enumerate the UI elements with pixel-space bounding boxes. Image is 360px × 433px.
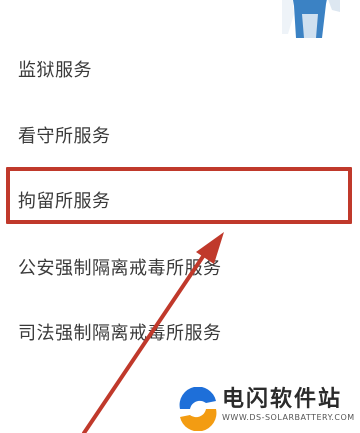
watermark-title: 电闪软件站: [222, 387, 343, 412]
watermark-subtitle: WWW.DS-SOLARBATTERY.COM: [222, 413, 355, 422]
watermark-logo: 电闪软件站 WWW.DS-SOLARBATTERY.COM: [176, 385, 358, 433]
menu-item-detention-center-service[interactable]: 看守所服务: [18, 126, 111, 148]
menu-item-prison-service[interactable]: 监狱服务: [18, 60, 92, 82]
ds-logo-icon: [179, 387, 217, 431]
person-illustration-icon: [282, 0, 340, 38]
menu-item-public-security-rehab-service[interactable]: 公安强制隔离戒毒所服务: [18, 258, 222, 280]
highlight-box: [6, 167, 352, 224]
menu-item-judicial-rehab-service[interactable]: 司法强制隔离戒毒所服务: [18, 323, 222, 345]
